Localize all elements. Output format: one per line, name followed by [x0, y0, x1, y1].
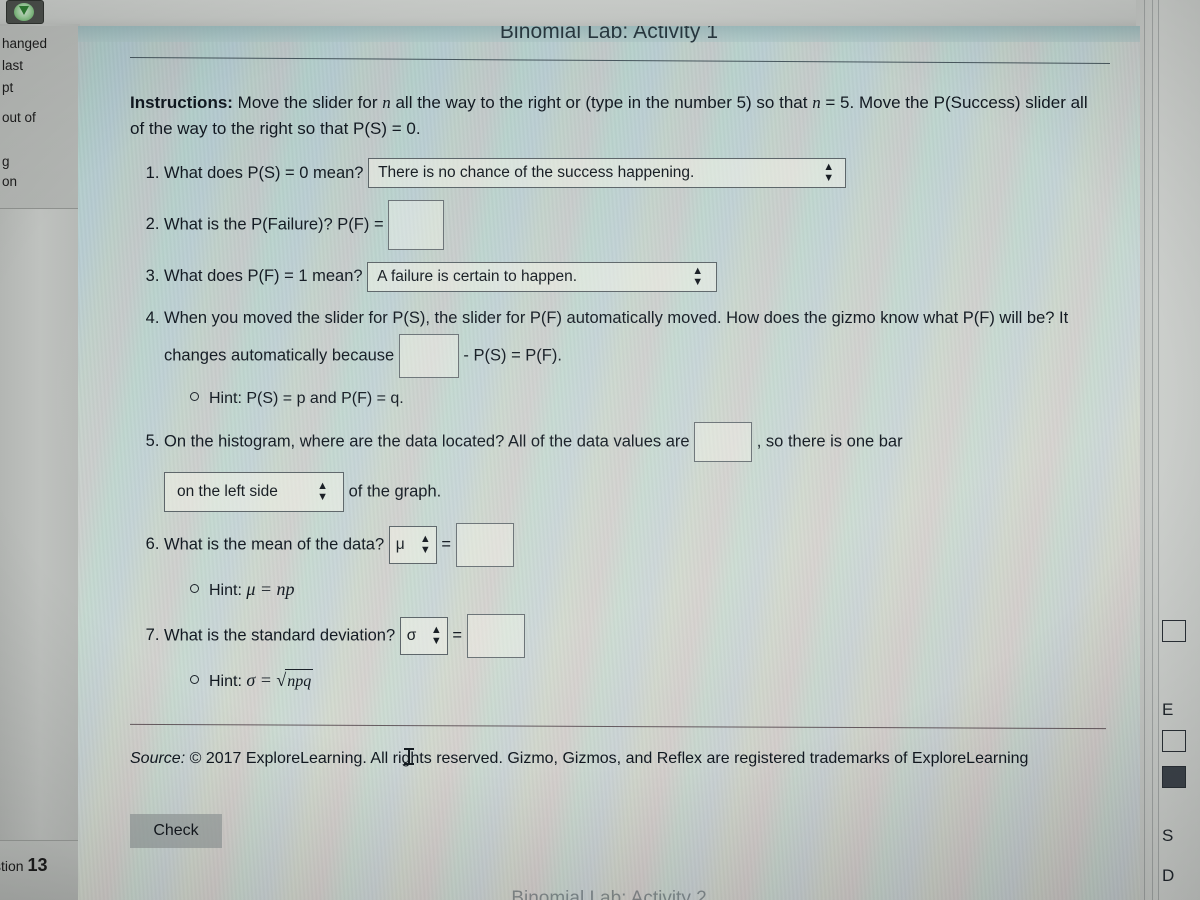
source-text: © 2017 ExploreLearning. All rights reser…: [185, 750, 1029, 767]
question-5-text: On the histogram, where are the data loc…: [164, 432, 690, 451]
question-5-second-line: on the left side ▲ ▼ of the graph.: [164, 471, 1120, 512]
question-7-symbol-select[interactable]: σ ▲ ▼: [399, 616, 448, 655]
page-title: Binomial Lab: Activity 1: [499, 26, 719, 43]
question-item-1: What does P(S) = 0 mean? There is no cha…: [164, 158, 1120, 189]
quiz-side-panel: hanged last pt out of g on: [0, 26, 79, 209]
chevron-updown-icon: ▲ ▼: [419, 532, 431, 556]
question-6-hint-label: Hint:: [209, 581, 242, 599]
question-5-select-value: on the left side: [177, 482, 278, 500]
instructions-paragraph: Instructions: Move the slider for n all …: [130, 90, 1090, 142]
strip-item-label: S: [1162, 826, 1174, 845]
chevron-updown-icon: ▲ ▼: [430, 623, 442, 647]
question-4-text-after: - P(S) = P(F).: [463, 346, 562, 365]
question-1-select[interactable]: There is no chance of the success happen…: [368, 158, 847, 189]
question-3-text: What does P(F) = 1 mean?: [164, 267, 363, 285]
next-page-title: Binomial Lab: Activity 2: [511, 888, 707, 900]
question-counter-label: stion: [0, 858, 24, 874]
check-button[interactable]: Check: [130, 814, 222, 848]
question-counter-number: 13: [27, 855, 48, 875]
question-1-text: What does P(S) = 0 mean?: [164, 163, 364, 182]
question-item-7: What is the standard deviation? σ ▲▼ = H…: [164, 613, 1120, 694]
question-6-text: What is the mean of the data?: [164, 535, 385, 554]
question-2-text: What is the P(Failure)? P(F) =: [164, 215, 384, 234]
question-6-hint: Hint: μ = np: [190, 576, 1120, 603]
instructions-label: Instructions:: [130, 93, 233, 112]
question-6-input[interactable]: [455, 522, 514, 567]
question-5-select[interactable]: on the left side ▲ ▼: [164, 471, 344, 512]
adjacent-window-strip: E S D: [1136, 0, 1200, 900]
question-2-input[interactable]: [388, 200, 445, 250]
strip-item-label: E: [1162, 700, 1174, 719]
header-divider: [130, 57, 1110, 64]
worksheet-content: Instructions: Move the slider for n all …: [130, 90, 1120, 705]
photographed-screen: hanged last pt out of g on stion 13 Bino…: [0, 0, 1200, 900]
question-1-select-value: There is no chance of the success happen…: [378, 164, 695, 182]
question-6-symbol: μ: [395, 535, 405, 553]
source-label: Source:: [130, 750, 186, 767]
side-panel-line: on: [2, 174, 18, 189]
download-app-icon[interactable]: [6, 0, 44, 24]
question-6-equals: =: [441, 535, 451, 554]
question-6-hint-symbol: μ: [246, 578, 256, 599]
question-4-input[interactable]: [398, 333, 459, 378]
source-attribution: Source: © 2017 ExploreLearning. All righ…: [130, 748, 1050, 770]
hint-bullet-icon: [190, 583, 199, 593]
question-4-text: When you moved the slider for P(S), the …: [164, 309, 1069, 365]
question-5-text-mid: , so there is one bar: [756, 432, 903, 451]
question-3-select[interactable]: A failure is certain to happen. ▲ ▼: [367, 261, 718, 292]
question-3-select-value: A failure is certain to happen.: [377, 267, 578, 285]
side-panel-line: out of: [2, 110, 36, 125]
question-item-6: What is the mean of the data? μ ▲▼ = Hin…: [164, 522, 1120, 603]
text-cursor-icon: [404, 748, 414, 765]
question-6-symbol-select[interactable]: μ ▲ ▼: [388, 525, 437, 564]
worksheet-page: Binomial Lab: Activity 1 Instructions: M…: [78, 26, 1140, 900]
question-6-hint-formula: np: [276, 578, 295, 599]
instructions-text-2: all the way to the right or (type in the…: [390, 93, 813, 112]
window-edge-line: [1158, 0, 1159, 900]
question-counter: stion 13: [0, 855, 48, 876]
question-7-hint-label: Hint:: [209, 672, 242, 690]
question-7-hint-equals: =: [259, 669, 272, 690]
question-7-input[interactable]: [466, 613, 525, 658]
chevron-updown-icon: ▲ ▼: [317, 479, 328, 503]
question-list: What does P(S) = 0 mean? There is no cha…: [164, 158, 1120, 694]
question-4-hint-text: Hint: P(S) = p and P(F) = q.: [209, 389, 404, 407]
question-7-text: What is the standard deviation?: [164, 626, 396, 645]
variable-n: n: [812, 93, 821, 112]
download-arrow-icon: [19, 6, 29, 15]
strip-checkbox[interactable]: [1162, 620, 1186, 642]
strip-checkbox-selected[interactable]: [1162, 766, 1186, 788]
question-7-hint-symbol: σ: [246, 669, 256, 690]
question-item-3: What does P(F) = 1 mean? A failure is ce…: [164, 261, 1120, 292]
strip-item-label: D: [1162, 866, 1175, 885]
side-panel-line: hanged: [2, 36, 48, 51]
question-item-2: What is the P(Failure)? P(F) =: [164, 200, 1120, 250]
question-7-hint: Hint: σ = √npq: [190, 667, 1120, 694]
question-4-hint: Hint: P(S) = p and P(F) = q.: [190, 387, 1120, 411]
side-panel-line: g: [2, 154, 10, 169]
question-6-hint-equals: =: [259, 578, 273, 599]
question-7-equals: =: [452, 626, 462, 645]
question-item-5: On the histogram, where are the data loc…: [164, 421, 1120, 512]
question-5-text-after: of the graph.: [348, 482, 442, 501]
hint-bullet-icon: [190, 674, 199, 684]
footer-divider: [130, 723, 1106, 730]
window-edge-line: [1152, 0, 1153, 900]
side-panel-line: last: [2, 58, 24, 73]
strip-checkbox[interactable]: [1162, 730, 1186, 752]
side-panel-line: pt: [2, 80, 14, 95]
question-7-hint-formula: npq: [285, 668, 314, 694]
instructions-text-1: Move the slider for: [232, 93, 383, 112]
chevron-updown-icon: ▲ ▼: [692, 264, 703, 288]
variable-n: n: [382, 93, 391, 112]
hint-bullet-icon: [190, 391, 199, 401]
window-edge-line: [1144, 0, 1145, 900]
chevron-updown-icon: ▲ ▼: [823, 161, 834, 185]
question-item-4: When you moved the slider for P(S), the …: [164, 303, 1120, 411]
question-5-input[interactable]: [694, 421, 753, 462]
question-7-symbol: σ: [406, 626, 417, 644]
